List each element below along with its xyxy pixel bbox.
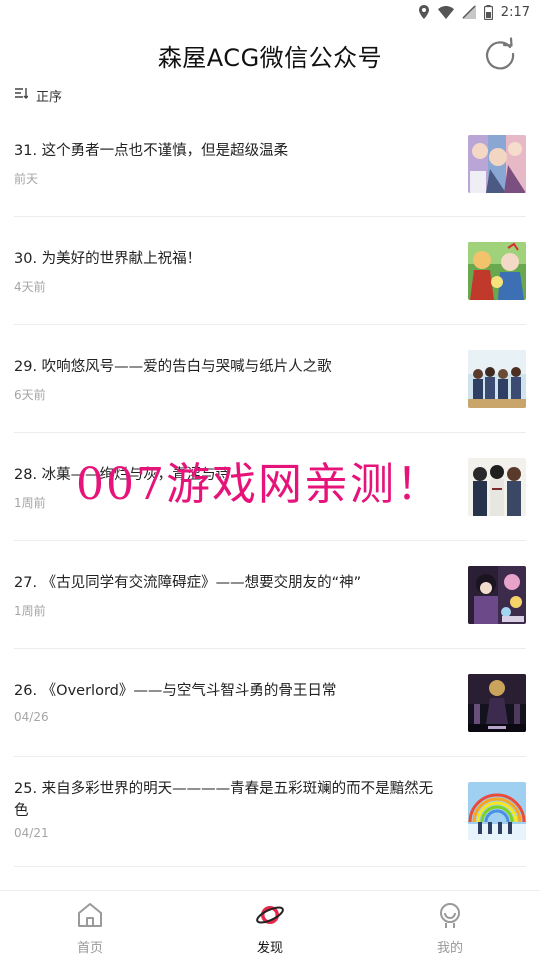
divider	[14, 648, 526, 649]
page-title: 森屋ACG微信公众号	[157, 44, 383, 72]
wifi-icon	[437, 5, 454, 19]
article-time: 04/26	[14, 710, 49, 724]
status-bar: 2:17	[0, 0, 540, 24]
article-title: 26. 《Overlord》——与空气斗智斗勇的骨王日常	[14, 683, 337, 699]
nav-label-profile: 我的	[436, 941, 463, 956]
article-time: 1周前	[14, 604, 46, 618]
list-item[interactable]: 25. 来自多彩世界的明天————青春是五彩斑斓的而不是黯然无色 04/21	[14, 781, 526, 866]
article-title: 25. 来自多彩世界的明天————青春是五彩斑斓的而不是黯然无色	[14, 781, 434, 819]
article-time: 前天	[14, 172, 39, 186]
article-thumbnail	[468, 566, 526, 624]
sort-label: 正序	[36, 89, 63, 105]
article-time: 6天前	[14, 388, 46, 402]
article-thumbnail	[468, 458, 526, 516]
battery-icon	[483, 4, 493, 20]
article-thumbnail	[468, 782, 526, 840]
list-item[interactable]: 26. 《Overlord》——与空气斗智斗勇的骨王日常 04/26	[14, 674, 526, 742]
article-thumbnail	[468, 135, 526, 193]
list-item[interactable]: 30. 为美好的世界献上祝福！ 4天前	[14, 242, 526, 310]
article-thumbnail	[468, 350, 526, 408]
sort-toggle[interactable]: 正序	[14, 84, 62, 106]
status-time: 2:17	[500, 4, 530, 20]
sort-icon	[14, 87, 29, 103]
status-icons: 2:17	[418, 3, 530, 21]
article-title: 31. 这个勇者一点也不谨慎，但是超级温柔	[14, 143, 289, 159]
refresh-icon	[486, 37, 515, 70]
location-icon	[418, 5, 430, 19]
bottom-navigation: 首页 发现 我的	[0, 890, 540, 960]
divider	[14, 216, 526, 217]
divider	[14, 540, 526, 541]
nav-item-profile[interactable]: 我的	[360, 891, 540, 960]
article-title: 30. 为美好的世界献上祝福！	[14, 251, 202, 267]
divider	[14, 866, 526, 867]
nav-label-discover: 发现	[256, 941, 283, 956]
article-time: 1周前	[14, 496, 46, 510]
signal-icon	[461, 5, 476, 19]
article-thumbnail	[468, 674, 526, 732]
nav-item-home[interactable]: 首页	[0, 891, 180, 960]
profile-icon	[436, 901, 464, 933]
home-icon	[76, 901, 104, 933]
app-header: 森屋ACG微信公众号	[0, 24, 540, 84]
article-thumbnail	[468, 242, 526, 300]
watermark-text: 007游戏网亲测！	[76, 459, 442, 510]
article-title: 27. 《古见同学有交流障碍症》——想要交朋友的“神”	[14, 575, 362, 591]
list-item[interactable]: 31. 这个勇者一点也不谨慎，但是超级温柔 前天	[14, 135, 526, 202]
article-title: 29. 吹响悠风号——爱的告白与哭喊与纸片人之歌	[14, 359, 332, 375]
planet-icon	[255, 901, 285, 933]
article-time: 04/21	[14, 826, 49, 840]
list-item[interactable]: 27. 《古见同学有交流障碍症》——想要交朋友的“神” 1周前	[14, 566, 526, 634]
divider	[14, 324, 526, 325]
divider	[14, 432, 526, 433]
list-item[interactable]: 29. 吹响悠风号——爱的告白与哭喊与纸片人之歌 6天前	[14, 350, 526, 418]
refresh-button[interactable]	[482, 36, 518, 72]
article-time: 4天前	[14, 280, 46, 294]
nav-label-home: 首页	[76, 941, 103, 956]
divider	[14, 756, 526, 757]
nav-item-discover[interactable]: 发现	[180, 891, 360, 960]
